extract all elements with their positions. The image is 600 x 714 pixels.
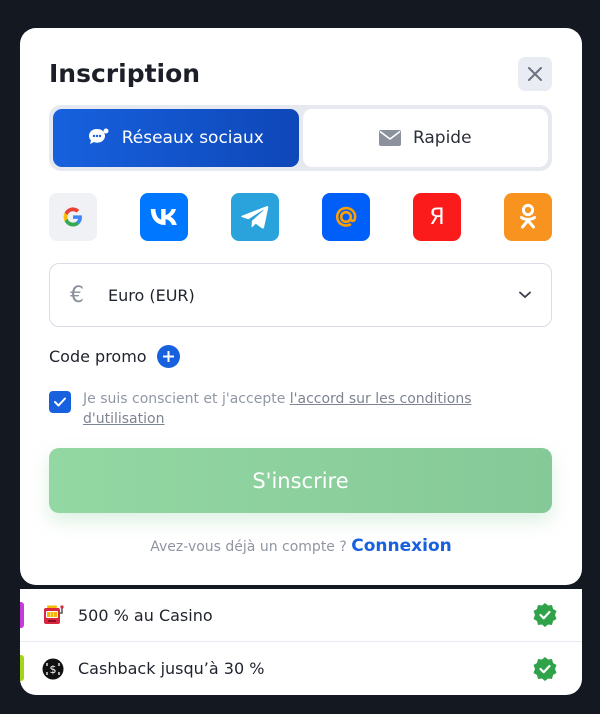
modal-title: Inscription [49,59,201,88]
check-icon [54,397,66,407]
chevron-down-icon [519,291,531,299]
tab-social-networks[interactable]: Réseaux sociaux [53,109,299,167]
verified-badge-icon [532,602,558,628]
tab-quick[interactable]: Rapide [302,109,548,167]
register-button[interactable]: S'inscrire [49,448,552,513]
mailru-button[interactable] [322,193,370,241]
yandex-icon: Я [429,204,445,230]
vk-button[interactable] [140,193,188,241]
at-icon [335,206,357,227]
euro-icon: € [70,282,84,308]
close-button[interactable] [518,57,552,91]
bonus-item-casino: 500 % au Casino [20,589,582,641]
vk-icon [150,209,177,225]
svg-text:$: $ [50,663,57,676]
ok-icon [520,203,536,229]
login-prompt-text: Avez-vous déjà un compte ? [150,539,347,555]
chat-bubble-icon [88,128,109,144]
terms-agreement: Je suis conscient et j'accepte l'accord … [49,389,552,429]
currency-select[interactable]: € Euro (EUR) [49,263,552,327]
login-link[interactable]: Connexion [351,536,451,556]
bonus-item-cashback: $ Cashback jusqu’à 30 % [20,641,582,695]
bonus-accent [20,655,24,681]
plus-icon [162,350,174,362]
currency-value: Euro (EUR) [108,285,195,305]
telegram-icon [241,206,269,229]
add-promo-button[interactable] [156,344,180,368]
yandex-button[interactable]: Я [413,193,461,241]
promo-code-label: Code promo [49,346,147,366]
odnoklassniki-button[interactable] [504,193,552,241]
close-icon [528,67,542,81]
slot-machine-icon [42,604,64,626]
google-button[interactable] [49,193,97,241]
bonus-label: 500 % au Casino [78,605,213,625]
envelope-icon [378,130,401,146]
telegram-button[interactable] [231,193,279,241]
terms-prefix: Je suis conscient et j'accepte [83,391,290,407]
cashback-icon: $ [42,658,64,680]
terms-checkbox[interactable] [49,391,71,413]
promo-code-row: Code promo [49,343,180,369]
google-icon [63,207,82,227]
verified-badge-icon [532,656,558,682]
registration-tabs: Réseaux sociaux Rapide [49,105,552,171]
login-prompt: Avez-vous déjà un compte ? Connexion [20,536,582,556]
bonus-label: Cashback jusqu’à 30 % [78,659,265,678]
registration-modal: Inscription Réseaux sociaux Rapide Я € E… [20,28,582,585]
tab-label: Rapide [412,128,472,148]
bonus-accent [20,602,24,628]
tab-label: Réseaux sociaux [121,128,264,148]
social-login-buttons: Я [49,193,552,241]
bonus-list: 500 % au Casino $ Cashback jusqu’à 30 % [20,589,582,695]
terms-text: Je suis conscient et j'accepte l'accord … [83,389,552,429]
